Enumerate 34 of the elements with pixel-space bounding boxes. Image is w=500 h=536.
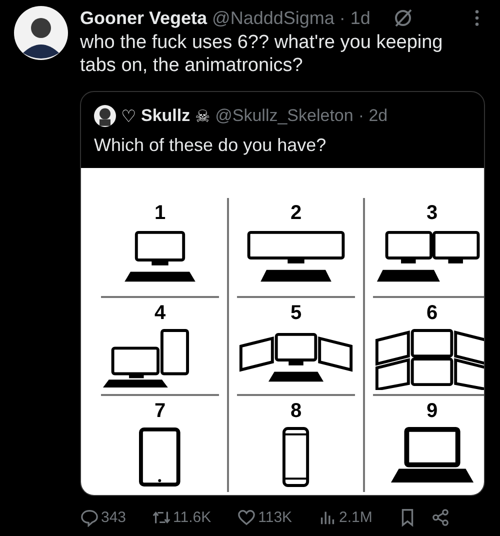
avatar-icon[interactable] <box>14 6 68 60</box>
slashed-circle-icon[interactable] <box>393 8 414 28</box>
skull-emoji: ☠ <box>195 106 210 126</box>
quoted-author-name[interactable]: Skullz <box>141 106 190 126</box>
repost-count: 11.6K <box>173 508 212 526</box>
quoted-post-time: · 2d <box>358 106 388 126</box>
reply-count: 343 <box>101 508 126 526</box>
more-icon[interactable] <box>474 9 480 27</box>
reply-icon[interactable] <box>80 508 99 526</box>
option-number: 8 <box>290 400 302 422</box>
option-number: 1 <box>154 202 166 224</box>
option-number: 2 <box>290 202 302 224</box>
views-count: 2.1M <box>339 508 372 526</box>
quoted-author-prefix: ♡ <box>121 106 136 126</box>
option-number: 5 <box>290 302 302 324</box>
author-name[interactable]: Gooner Vegeta <box>80 8 208 28</box>
like-icon[interactable] <box>237 508 256 526</box>
post-time: · 1d <box>339 8 370 28</box>
option-number: 7 <box>154 400 166 422</box>
option-number: 6 <box>426 302 438 324</box>
share-icon[interactable] <box>431 508 450 526</box>
option-number: 4 <box>154 302 166 324</box>
chart-image[interactable]: 1 2 3 4 5 6 7 8 9 <box>81 168 484 495</box>
like-count: 113K <box>258 508 292 526</box>
quoted-post-card[interactable]: ♡ Skullz ☠ @Skullz_Skeleton · 2d Which of these do you have? 1 2 3 4 5 6 7 8 9 <box>80 91 485 496</box>
option-number: 3 <box>426 202 438 224</box>
tablet-drawing <box>139 426 181 488</box>
avatar-icon <box>94 105 116 127</box>
author-handle[interactable]: @NadddSigma <box>212 8 334 28</box>
option-number: 9 <box>426 400 438 422</box>
quoted-author-handle[interactable]: @Skullz_Skeleton <box>215 106 354 126</box>
post-text: who the fuck uses 6?? what're you keeping tabs on, the animatronics? <box>80 31 444 77</box>
quoted-post-text: Which of these do you have? <box>93 134 328 157</box>
phone-drawing <box>282 426 310 488</box>
